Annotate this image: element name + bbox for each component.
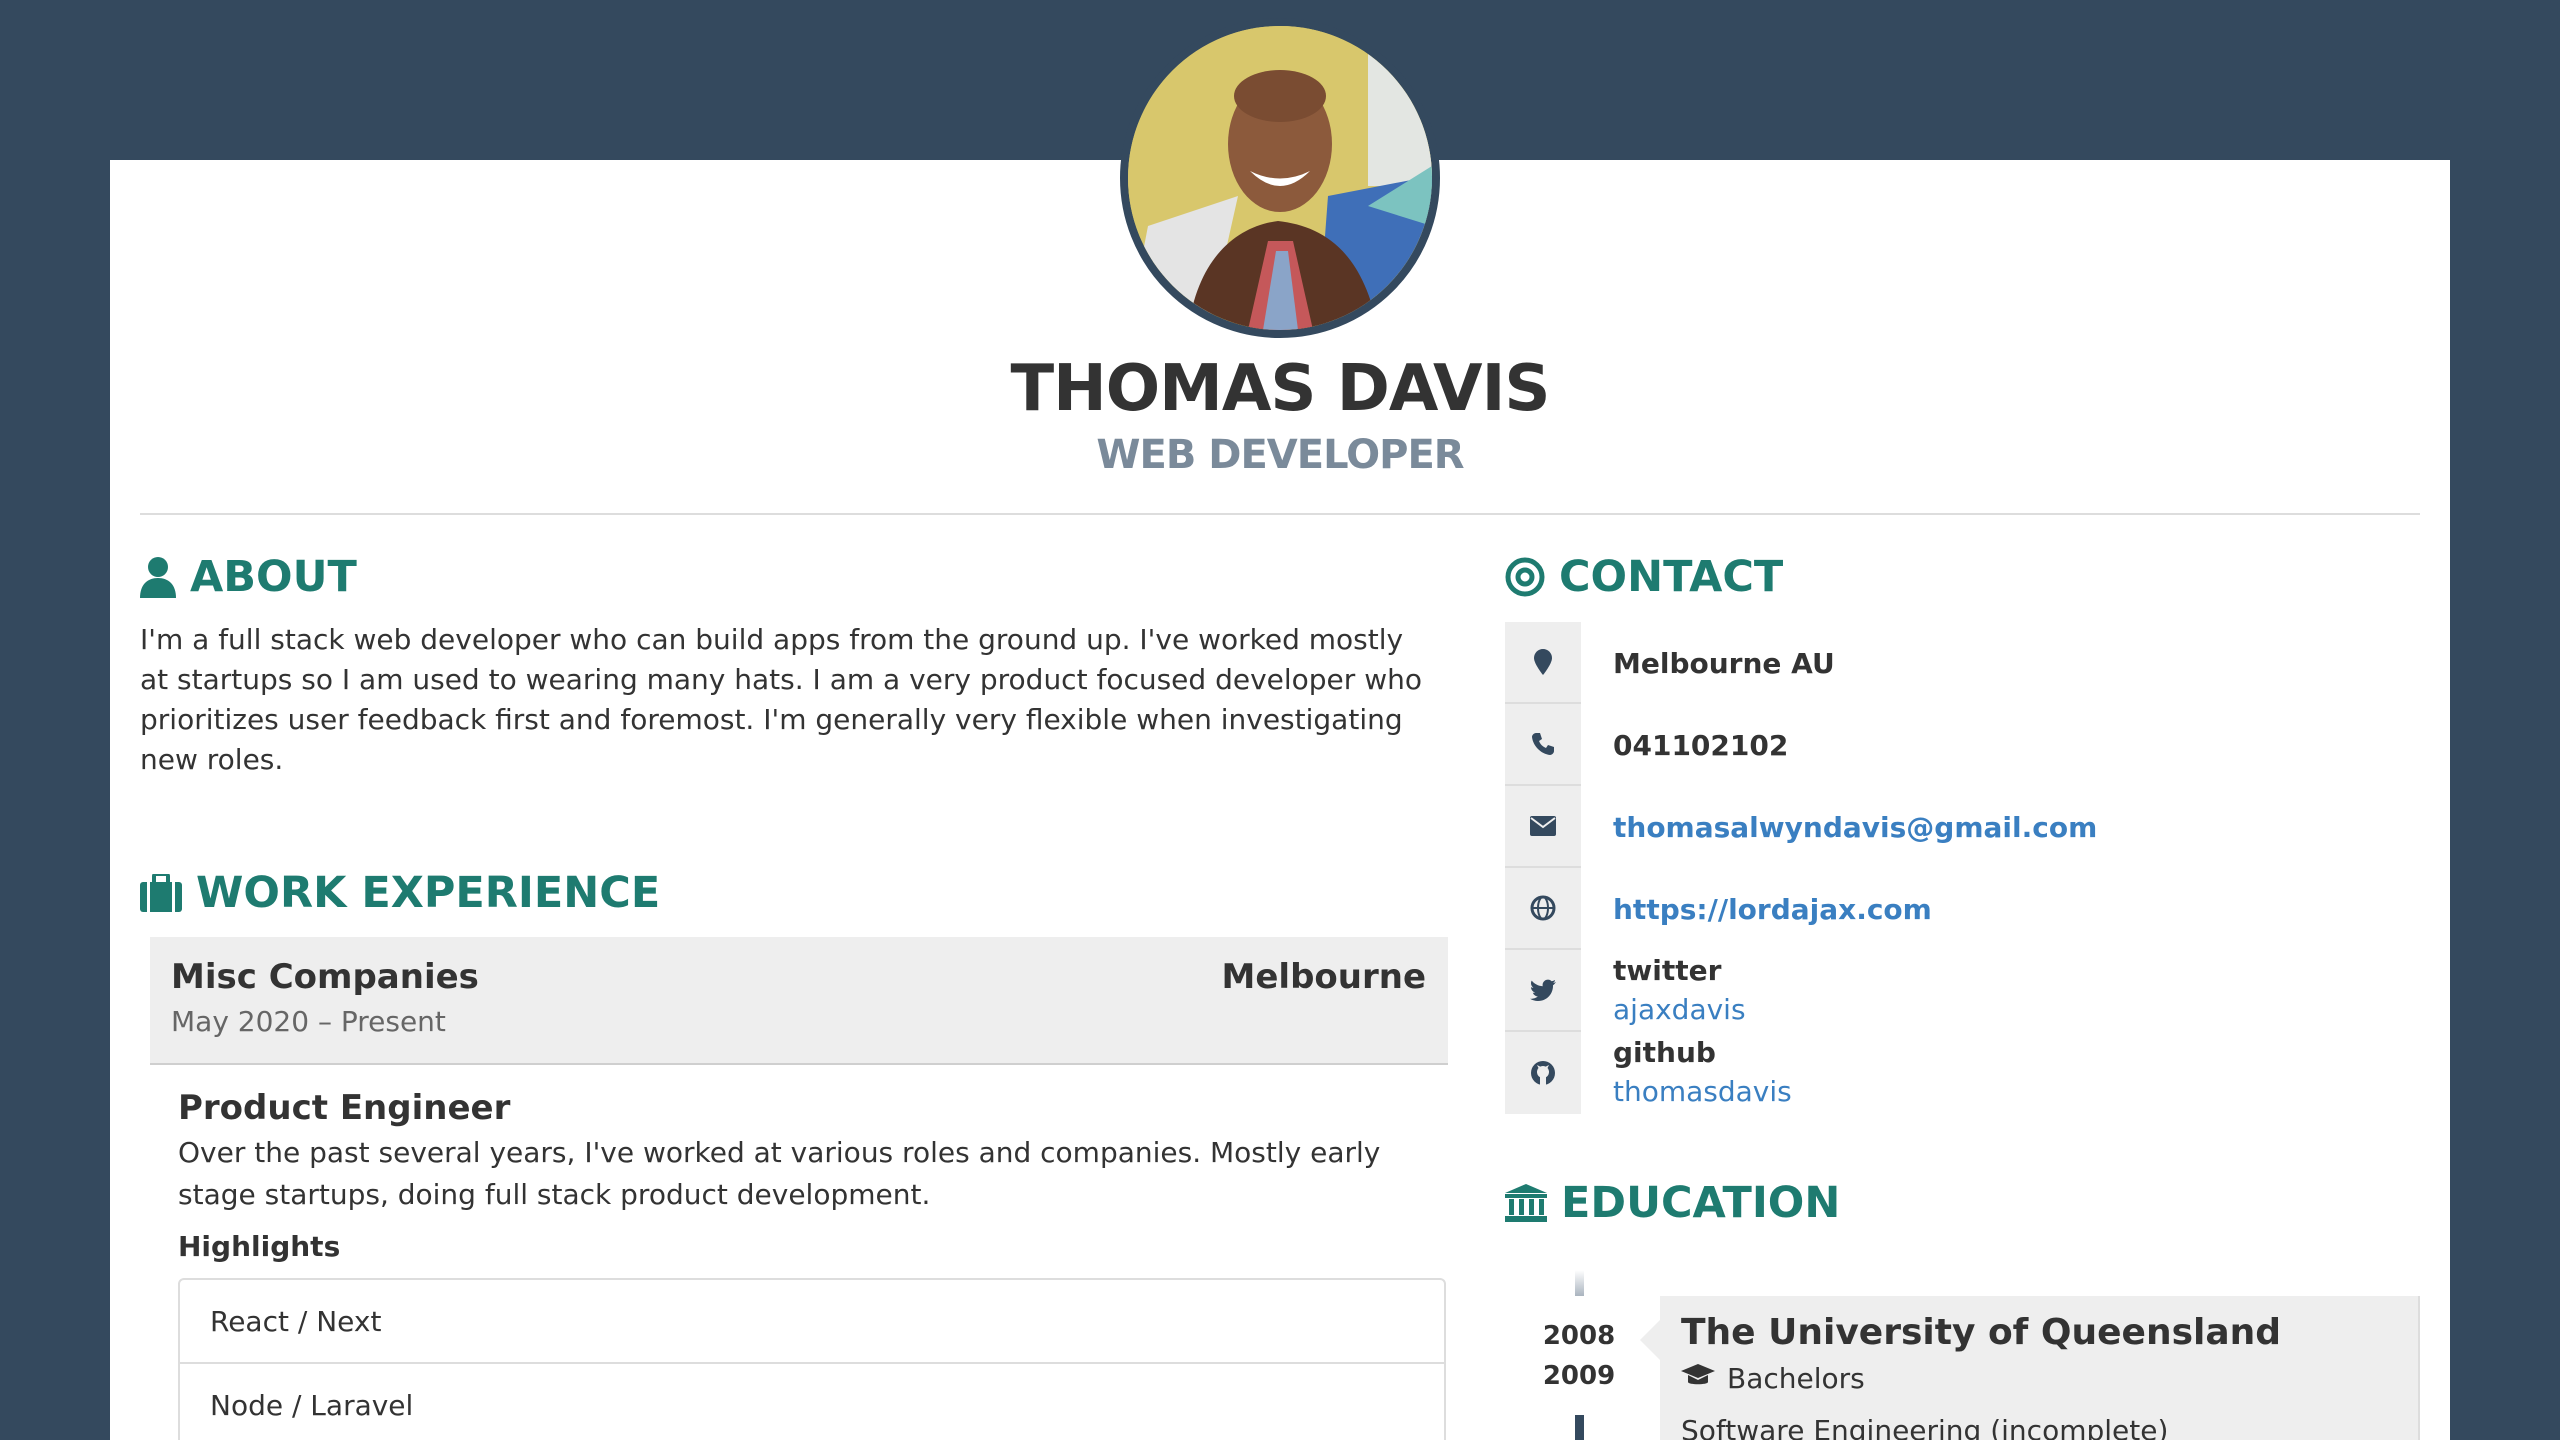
contact-profile-row: twitter ajaxdavis	[1505, 950, 2405, 1032]
institution-icon	[1505, 1184, 1547, 1222]
contact-list: Melbourne AU 041102102 thomasalwyndavis@…	[1505, 622, 2405, 1114]
portrait-photo	[1128, 26, 1432, 330]
about-heading: ABOUT	[140, 552, 357, 602]
contact-title: CONTACT	[1559, 552, 1784, 602]
work-company: Misc Companies	[171, 957, 479, 997]
contact-phone-row: 041102102	[1505, 704, 2405, 786]
contact-profile-row: github thomasdavis	[1505, 1032, 2405, 1114]
graduation-cap-icon	[1681, 1362, 1715, 1395]
profile-username[interactable]: ajaxdavis	[1613, 990, 1746, 1030]
education-years: 2008 2009	[1505, 1316, 1653, 1396]
education-end: 2009	[1542, 1361, 1616, 1391]
education-card: The University of Queensland Bachelors S…	[1640, 1296, 2420, 1440]
contact-heading: CONTACT	[1505, 552, 1783, 602]
timeline-line-bottom	[1575, 1415, 1584, 1440]
highlight-item: Node / Laravel	[180, 1364, 1444, 1440]
highlights-list: React / Next Node / Laravel	[178, 1278, 1446, 1440]
education-study-type: Bachelors	[1727, 1362, 1865, 1395]
about-title: ABOUT	[190, 552, 357, 602]
contact-website-row: https://lordajax.com	[1505, 868, 2405, 950]
envelope-icon	[1505, 786, 1581, 868]
education-area: Software Engineering (incomplete)	[1681, 1414, 2169, 1440]
user-icon	[140, 556, 176, 598]
contact-website[interactable]: https://lordajax.com	[1613, 893, 1932, 926]
person-title: WEB DEVELOPER	[1096, 432, 1464, 478]
contact-location-row: Melbourne AU	[1505, 622, 2405, 704]
about-text: I'm a full stack web developer who can b…	[140, 623, 1422, 776]
education-title: EDUCATION	[1561, 1178, 1841, 1228]
work-entry-header: Misc Companies Melbourne May 2020 – Pres…	[150, 937, 1448, 1065]
profile-network: twitter	[1613, 954, 1722, 987]
work-location: Melbourne	[1221, 957, 1426, 997]
education-type-row: Bachelors	[1681, 1362, 1865, 1395]
contact-phone: 041102102	[1613, 728, 1789, 762]
person-name: THOMAS DAVIS	[1010, 352, 1551, 426]
work-position: Product Engineer	[178, 1088, 511, 1128]
contact-email[interactable]: thomasalwyndavis@gmail.com	[1613, 811, 2097, 844]
highlight-item: React / Next	[180, 1280, 1444, 1364]
highlights-title: Highlights	[178, 1230, 341, 1263]
contact-email-row: thomasalwyndavis@gmail.com	[1505, 786, 2405, 868]
education-heading: EDUCATION	[1505, 1178, 1840, 1228]
map-marker-icon	[1505, 622, 1581, 704]
work-title: WORK EXPERIENCE	[196, 868, 661, 918]
profile-username[interactable]: thomasdavis	[1613, 1072, 1792, 1112]
work-dates: May 2020 – Present	[171, 1005, 446, 1038]
contact-location: Melbourne AU	[1613, 646, 1835, 680]
header-divider	[140, 513, 2420, 515]
avatar	[1120, 18, 1440, 338]
education-institution: The University of Queensland	[1681, 1312, 2282, 1353]
work-heading: WORK EXPERIENCE	[140, 868, 660, 918]
education-start: 2008	[1542, 1321, 1616, 1351]
twitter-icon	[1505, 950, 1581, 1032]
briefcase-icon	[140, 874, 182, 912]
timeline-line-top	[1575, 1270, 1584, 1296]
github-icon	[1505, 1032, 1581, 1114]
globe-icon	[1505, 868, 1581, 950]
work-summary: Over the past several years, I've worked…	[178, 1136, 1381, 1211]
profile-network: github	[1613, 1036, 1716, 1069]
phone-icon	[1505, 704, 1581, 786]
target-icon	[1505, 557, 1545, 597]
